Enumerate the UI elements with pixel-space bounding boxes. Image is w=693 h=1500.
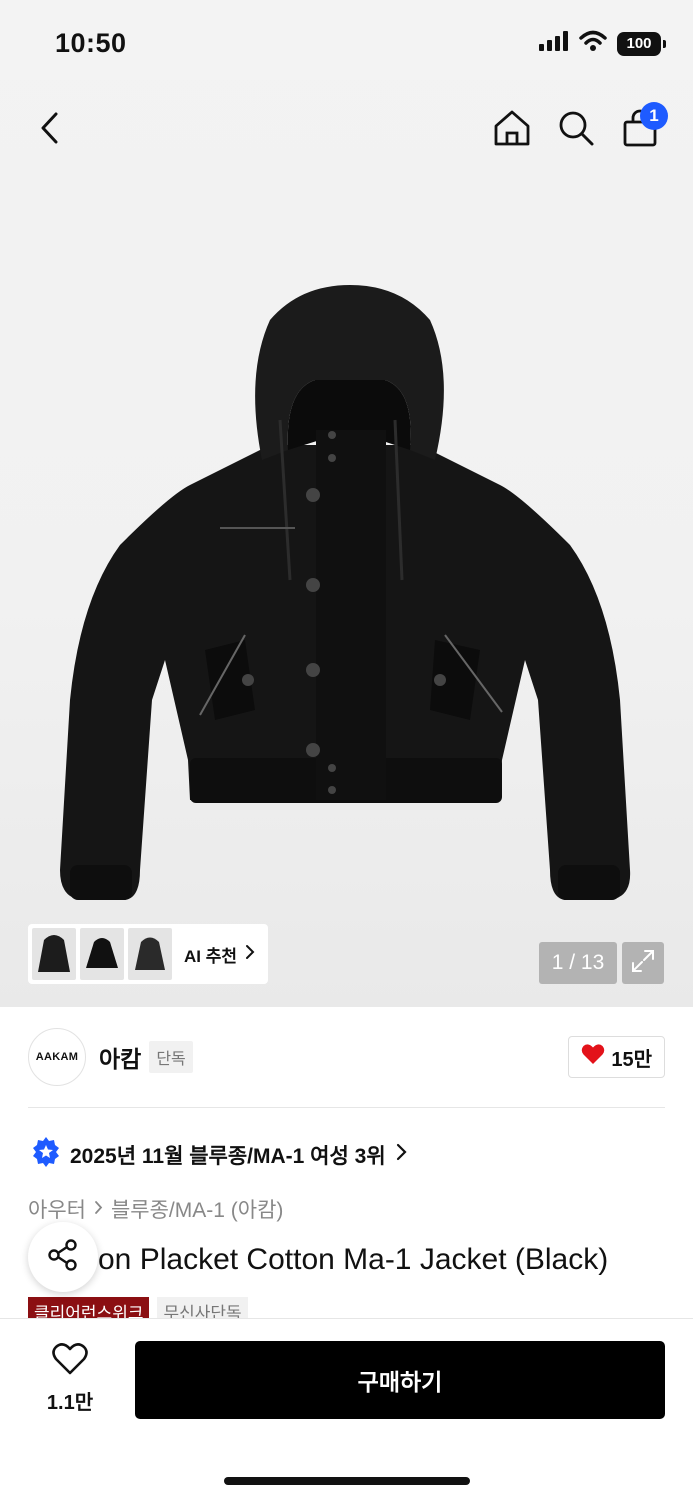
battery-icon: 100 (617, 31, 666, 56)
thumbnail[interactable] (80, 928, 124, 980)
share-icon (46, 1238, 80, 1277)
wishlist-button[interactable]: 1.1만 (30, 1343, 110, 1419)
heart-outline-icon (52, 1343, 88, 1380)
ai-recommend-label: AI 추천 (184, 946, 238, 966)
exclusive-badge: 단독 (149, 1041, 193, 1073)
product-title: on Placket Cotton Ma-1 Jacket (Black) (98, 1243, 609, 1276)
image-page-counter: 1 / 13 (539, 942, 617, 984)
breadcrumb-subcategory[interactable]: 블루종/MA-1 (아캄) (111, 1194, 283, 1224)
ranking-text: 2025년 11월 블루종/MA-1 여성 3위 (70, 1145, 386, 1168)
brand-row: AAKAM 아캄 단독 15만 (28, 1028, 665, 1086)
breadcrumb: 아우터 블루종/MA-1 (아캄) (28, 1194, 283, 1224)
heart-filled-icon (581, 1043, 605, 1071)
chevron-right-icon (94, 1197, 103, 1221)
brand-like-button[interactable]: 15만 (568, 1036, 665, 1078)
chevron-left-icon (38, 111, 62, 150)
product-image[interactable] (40, 280, 660, 920)
ranking-badge-icon (32, 1136, 60, 1174)
tag-clearance: 클리어런스위크 (28, 1297, 150, 1319)
ai-recommend-strip[interactable]: AI 추천 (28, 924, 268, 984)
ai-recommend-link[interactable]: AI 추천 (184, 942, 255, 967)
search-button[interactable] (552, 106, 600, 154)
wifi-icon (579, 30, 607, 57)
chevron-right-icon (245, 944, 255, 965)
divider (28, 1107, 665, 1108)
search-icon (557, 109, 595, 152)
bottom-purchase-bar: 1.1만 구매하기 (0, 1318, 693, 1500)
cellular-signal-icon (539, 31, 569, 56)
chevron-right-icon (396, 1143, 407, 1167)
expand-image-button[interactable] (622, 942, 664, 984)
brand-logo[interactable]: AAKAM (28, 1028, 86, 1086)
brand-name[interactable]: 아캄 (99, 1040, 141, 1074)
expand-icon (630, 948, 656, 979)
tag-exclusive: 무신사단독 (157, 1297, 248, 1319)
cart-button[interactable]: 1 (616, 102, 668, 154)
tag-row: 클리어런스위크 무신사단독 (28, 1297, 248, 1319)
back-button[interactable] (26, 106, 74, 154)
ranking-link[interactable]: 2025년 11월 블루종/MA-1 여성 3위 (32, 1137, 407, 1173)
home-indicator (224, 1477, 470, 1485)
status-bar: 10:50 100 (0, 0, 693, 88)
wishlist-count: 1.1만 (46, 1392, 94, 1414)
status-icons: 100 (539, 30, 666, 57)
thumbnail[interactable] (32, 928, 76, 980)
buy-button[interactable]: 구매하기 (135, 1341, 665, 1419)
thumbnail[interactable] (128, 928, 172, 980)
home-icon (493, 109, 531, 152)
status-time: 10:50 (55, 28, 127, 58)
cart-count-badge: 1 (640, 102, 668, 130)
brand-like-count: 15만 (611, 1048, 652, 1071)
breadcrumb-category[interactable]: 아우터 (28, 1194, 86, 1224)
product-gallery[interactable]: 10:50 100 1 AI 추천 1 / 13 (0, 0, 693, 1007)
home-button[interactable] (488, 106, 536, 154)
share-button[interactable] (28, 1222, 98, 1292)
top-navigation: 1 (0, 100, 693, 160)
